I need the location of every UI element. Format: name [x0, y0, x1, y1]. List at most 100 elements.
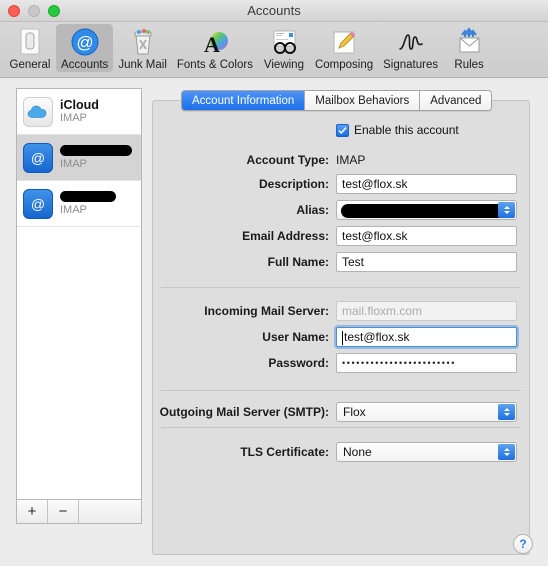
- tls-certificate-dropdown[interactable]: None: [336, 442, 517, 462]
- svg-text:@: @: [76, 33, 93, 52]
- account-row-redacted-2[interactable]: @ IMAP: [17, 181, 141, 227]
- description-input[interactable]: test@flox.sk: [336, 174, 517, 194]
- incoming-mail-server-label: Incoming Mail Server:: [204, 304, 329, 318]
- at-icon: @: [23, 188, 53, 219]
- email-address-label: Email Address:: [242, 229, 329, 243]
- email-address-input[interactable]: test@flox.sk: [336, 226, 517, 246]
- viewing-glasses-icon: [268, 26, 300, 58]
- toolbar-item-accounts[interactable]: @ Accounts: [56, 24, 114, 72]
- account-type-label: IMAP: [60, 203, 87, 216]
- signatures-icon: [395, 26, 427, 58]
- svg-text:A: A: [204, 32, 220, 57]
- enable-account-label: Enable this account: [354, 123, 459, 137]
- tab-account-information[interactable]: Account Information: [182, 91, 306, 110]
- panel-tabs: Account Information Mailbox Behaviors Ad…: [181, 90, 493, 111]
- preferences-toolbar: General @ Accounts Junk Mail A Fonts & C…: [0, 22, 548, 78]
- outgoing-smtp-value: Flox: [343, 405, 366, 419]
- accounts-preferences-window: Accounts General @ Accounts Junk Mail A …: [0, 0, 548, 566]
- account-text: IMAP: [60, 190, 116, 217]
- toolbar-item-composing[interactable]: Composing: [310, 24, 378, 72]
- account-settings-panel: Account Information Mailbox Behaviors Ad…: [152, 90, 530, 555]
- account-text: iCloud IMAP: [60, 98, 99, 125]
- composing-pencil-icon: [328, 26, 360, 58]
- account-name-redacted: [60, 190, 116, 202]
- outgoing-smtp-dropdown[interactable]: Flox: [336, 402, 517, 422]
- user-name-label: User Name:: [262, 330, 329, 344]
- tls-certificate-row: TLS Certificate: None: [153, 441, 529, 463]
- divider-2: [161, 390, 521, 391]
- password-label: Password:: [268, 356, 329, 370]
- account-type-label: IMAP: [60, 112, 87, 124]
- accounts-at-icon: @: [69, 26, 101, 58]
- tab-mailbox-behaviors[interactable]: Mailbox Behaviors: [305, 91, 421, 110]
- add-account-button[interactable]: +: [17, 500, 48, 523]
- toolbar-label: Rules: [454, 59, 484, 71]
- account-type-row: Account Type: IMAP: [153, 149, 529, 171]
- password-input[interactable]: ••••••••••••••••••••••••: [336, 353, 517, 373]
- window-title: Accounts: [247, 3, 301, 18]
- toolbar-label: Accounts: [61, 59, 109, 71]
- toolbar-label: General: [9, 59, 51, 71]
- fonts-colors-icon: A: [199, 26, 231, 58]
- rules-envelope-icon: [453, 26, 485, 58]
- at-icon: @: [23, 142, 53, 173]
- full-name-value: Test: [342, 255, 365, 269]
- accounts-list-footer: + −: [16, 500, 142, 524]
- account-row-icloud[interactable]: iCloud IMAP: [17, 89, 141, 135]
- outgoing-smtp-row: Outgoing Mail Server (SMTP): Flox: [153, 401, 529, 423]
- toolbar-label: Composing: [314, 59, 374, 71]
- divider-3: [161, 427, 521, 428]
- account-name-redacted: [60, 144, 132, 156]
- account-text: IMAP: [60, 144, 132, 171]
- user-name-row: User Name: test@flox.sk: [153, 326, 529, 348]
- tls-certificate-label: TLS Certificate:: [240, 445, 329, 459]
- toolbar-item-signatures[interactable]: Signatures: [378, 24, 443, 72]
- remove-account-button[interactable]: −: [48, 500, 79, 523]
- account-type-label: Account Type:: [246, 153, 329, 167]
- toolbar-label: Junk Mail: [118, 59, 167, 71]
- email-address-row: Email Address: test@flox.sk: [153, 225, 529, 247]
- full-name-row: Full Name: Test: [153, 251, 529, 273]
- description-label: Description:: [258, 177, 329, 191]
- password-row: Password: ••••••••••••••••••••••••: [153, 352, 529, 374]
- preferences-body: iCloud IMAP @ IMAP @ IMAP + − Account In…: [0, 78, 548, 566]
- text-caret: [342, 331, 343, 345]
- account-name: iCloud: [60, 98, 99, 112]
- alias-redaction-bar: [341, 204, 509, 218]
- incoming-mail-server-input[interactable]: mail.floxm.com: [336, 301, 517, 321]
- junk-mail-trash-icon: [127, 26, 159, 58]
- toolbar-item-general[interactable]: General: [4, 24, 56, 72]
- divider-1: [161, 287, 521, 288]
- alias-label: Alias:: [296, 203, 329, 217]
- tls-certificate-value: None: [343, 445, 372, 459]
- tab-advanced[interactable]: Advanced: [420, 91, 492, 110]
- svg-text:@: @: [31, 150, 45, 166]
- alias-dropdown[interactable]: [336, 200, 517, 220]
- toolbar-item-junk-mail[interactable]: Junk Mail: [113, 24, 172, 72]
- account-row-redacted-1[interactable]: @ IMAP: [17, 135, 141, 181]
- help-button[interactable]: ?: [513, 534, 533, 554]
- email-address-value: test@flox.sk: [342, 229, 408, 243]
- toolbar-item-fonts-colors[interactable]: A Fonts & Colors: [172, 24, 258, 72]
- description-value: test@flox.sk: [342, 177, 408, 191]
- account-type-label: IMAP: [60, 157, 87, 170]
- toolbar-item-viewing[interactable]: Viewing: [258, 24, 310, 72]
- alias-row: Alias:: [153, 199, 529, 221]
- toolbar-label: Fonts & Colors: [176, 59, 253, 71]
- password-value: ••••••••••••••••••••••••: [342, 358, 457, 368]
- full-name-input[interactable]: Test: [336, 252, 517, 272]
- incoming-mail-server-row: Incoming Mail Server: mail.floxm.com: [153, 300, 529, 322]
- enable-account-row[interactable]: Enable this account: [153, 123, 529, 137]
- window-titlebar: Accounts: [0, 0, 548, 22]
- toolbar-item-rules[interactable]: Rules: [443, 24, 495, 72]
- outgoing-smtp-label: Outgoing Mail Server (SMTP):: [159, 405, 329, 419]
- svg-text:@: @: [31, 196, 45, 212]
- general-icon: [14, 26, 46, 58]
- user-name-value: test@flox.sk: [344, 330, 410, 344]
- accounts-list[interactable]: iCloud IMAP @ IMAP @ IMAP: [16, 88, 142, 500]
- incoming-mail-server-placeholder: mail.floxm.com: [342, 304, 423, 318]
- enable-account-checkbox[interactable]: [336, 123, 349, 137]
- user-name-input[interactable]: test@flox.sk: [336, 327, 517, 347]
- chevron-updown-icon: [498, 444, 515, 460]
- account-type-value: IMAP: [336, 153, 366, 167]
